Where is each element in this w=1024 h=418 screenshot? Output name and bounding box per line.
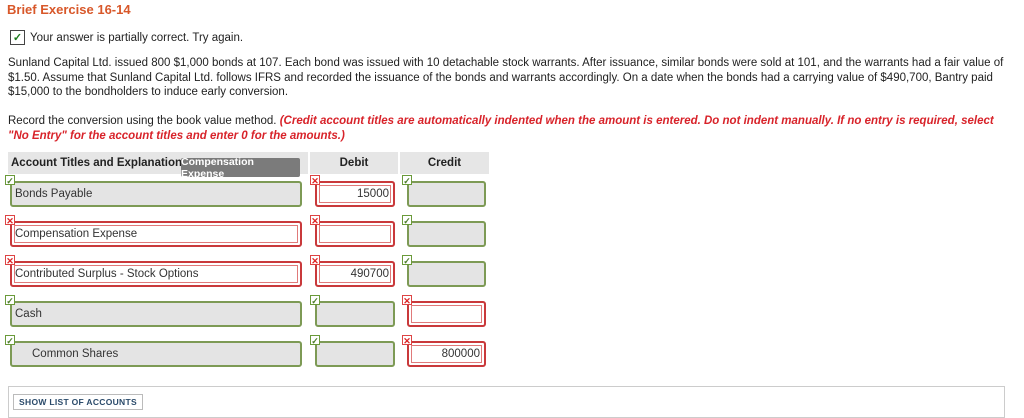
debit-field-row-4[interactable] <box>315 301 395 327</box>
correct-mark-icon: ✓ <box>402 255 412 266</box>
problem-text: Sunland Capital Ltd. issued 800 $1,000 b… <box>8 57 1004 98</box>
accounts-panel <box>8 386 1005 418</box>
account-field-row-1[interactable]: Bonds Payable <box>10 181 302 207</box>
credit-column-header: Credit <box>400 152 489 174</box>
correct-mark-icon: ✓ <box>402 175 412 186</box>
debit-column-header: Debit <box>310 152 398 174</box>
incorrect-mark-icon: ✕ <box>402 335 412 346</box>
incorrect-mark-icon: ✕ <box>5 215 15 226</box>
correct-mark-icon: ✓ <box>5 335 15 346</box>
account-field-row-5[interactable]: Common Shares <box>10 341 302 367</box>
credit-field-row-1[interactable] <box>407 181 486 207</box>
account-field-row-4[interactable]: Cash <box>10 301 302 327</box>
credit-field-row-4[interactable] <box>407 301 486 327</box>
credit-field-row-2[interactable] <box>407 221 486 247</box>
correct-mark-icon: ✓ <box>5 295 15 306</box>
correct-mark-icon: ✓ <box>5 175 15 186</box>
correct-mark-icon: ✓ <box>402 215 412 226</box>
debit-field-row-1[interactable]: 15000 <box>315 181 395 207</box>
debit-field-row-3[interactable]: 490700 <box>315 261 395 287</box>
partial-check-icon: ✓ <box>10 30 25 45</box>
credit-field-row-5[interactable]: 800000 <box>407 341 486 367</box>
account-tooltip: Compensation Expense <box>181 156 300 180</box>
answer-status: ✓ Your answer is partially correct. Try … <box>10 30 243 45</box>
instructions-plain: Record the conversion using the book val… <box>8 115 280 127</box>
correct-mark-icon: ✓ <box>310 295 320 306</box>
debit-field-row-5[interactable] <box>315 341 395 367</box>
credit-field-row-3[interactable] <box>407 261 486 287</box>
account-field-row-2[interactable]: Compensation Expense <box>10 221 302 247</box>
incorrect-mark-icon: ✕ <box>5 255 15 266</box>
answer-status-text: Your answer is partially correct. Try ag… <box>30 31 244 44</box>
instructions: Record the conversion using the book val… <box>8 114 1008 143</box>
account-field-row-3[interactable]: Contributed Surplus - Stock Options <box>10 261 302 287</box>
incorrect-mark-icon: ✕ <box>310 175 320 186</box>
exercise-title: Brief Exercise 16-14 <box>7 2 131 17</box>
incorrect-mark-icon: ✕ <box>310 255 320 266</box>
debit-field-row-2[interactable] <box>315 221 395 247</box>
incorrect-mark-icon: ✕ <box>402 295 412 306</box>
incorrect-mark-icon: ✕ <box>310 215 320 226</box>
correct-mark-icon: ✓ <box>310 335 320 346</box>
show-list-of-accounts-button[interactable]: SHOW LIST OF ACCOUNTS <box>13 394 143 410</box>
